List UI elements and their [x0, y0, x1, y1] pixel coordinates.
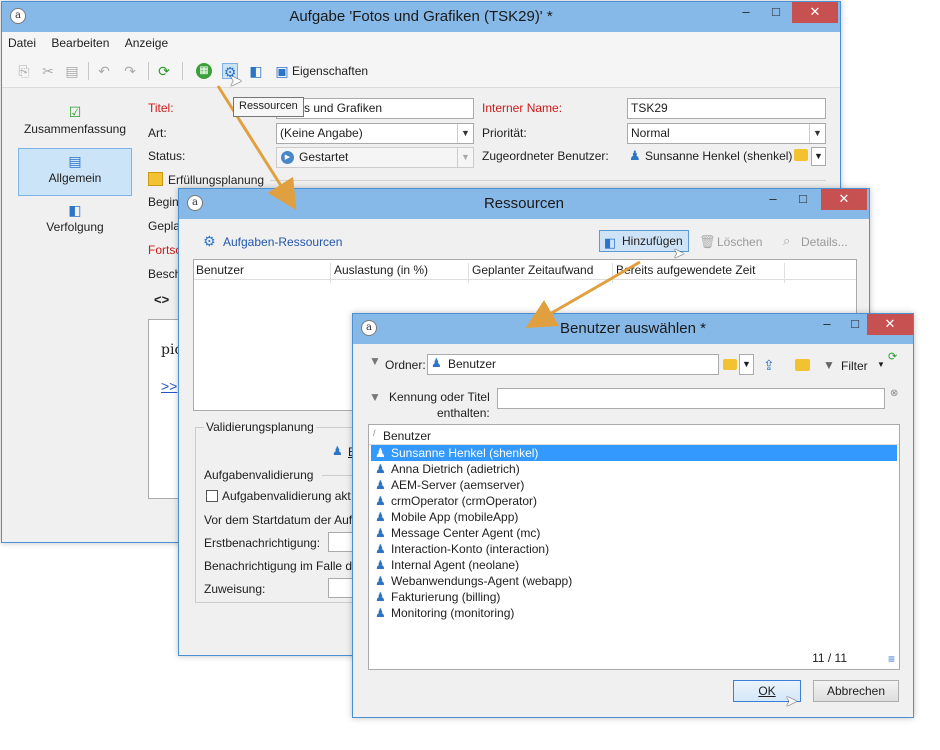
- flow-arrows: [216, 85, 641, 328]
- arrow-to-select-user: [525, 260, 641, 328]
- resources-tooltip: Ressourcen: [233, 97, 304, 117]
- mouse-cursor-icon: ➤: [229, 73, 243, 90]
